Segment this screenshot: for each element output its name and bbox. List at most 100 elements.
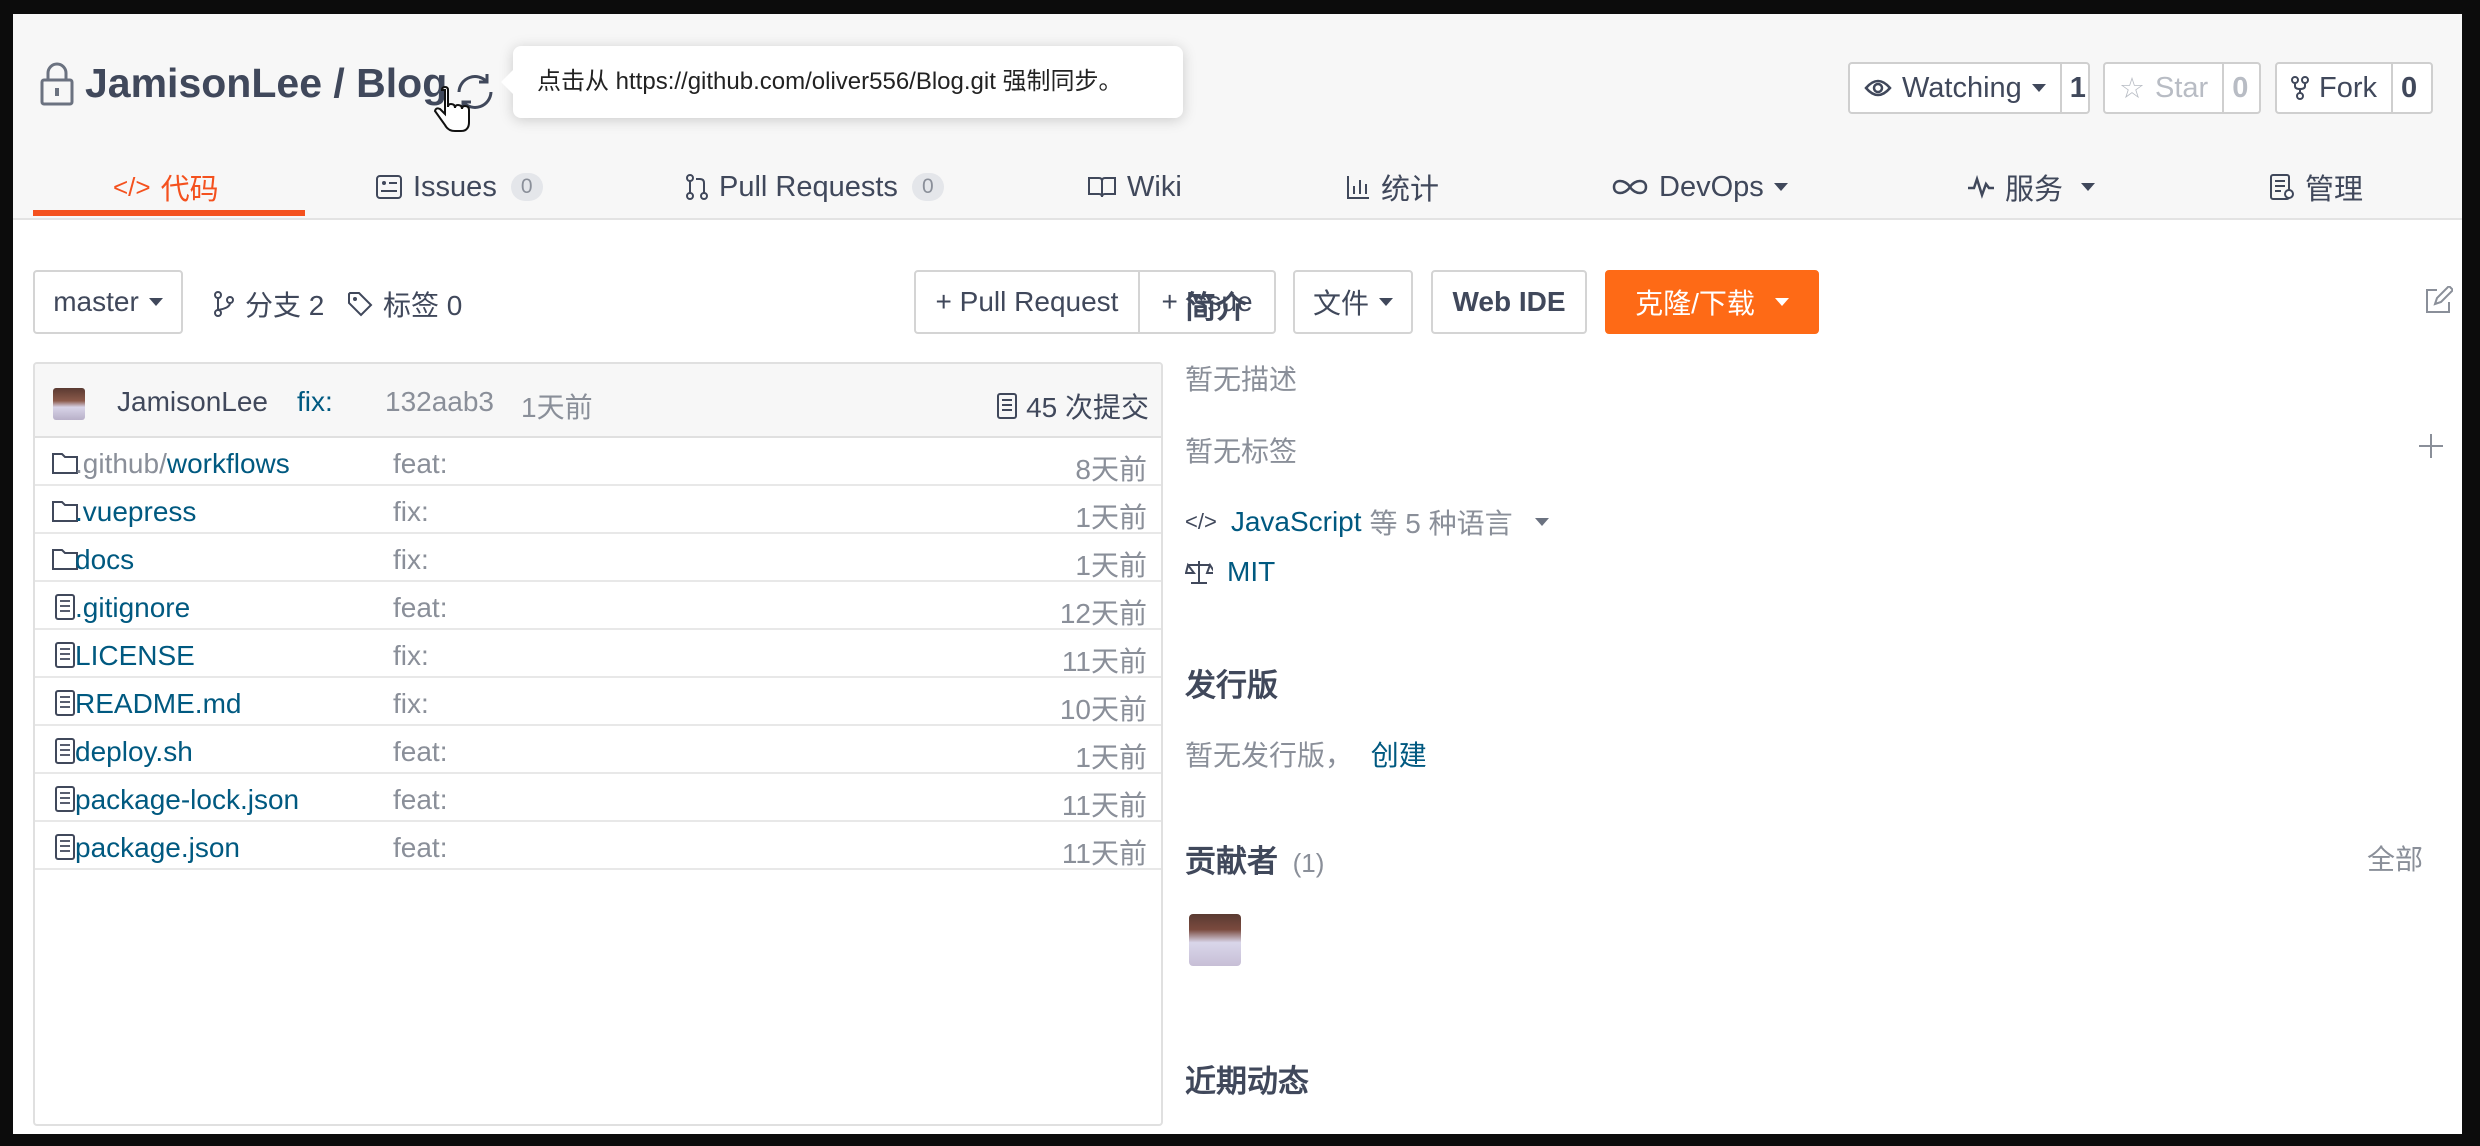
file-commit-time: 1天前 [1075, 502, 1147, 533]
file-commit-time: 11天前 [1061, 790, 1147, 821]
file-name[interactable]: LICENSE [75, 640, 195, 671]
file-row[interactable]: README.md fix: 10天前 [35, 678, 1161, 726]
file-commit-message[interactable]: feat: [393, 736, 447, 768]
bar-chart-icon [1347, 176, 1369, 199]
file-commit-time: 8天前 [1075, 454, 1147, 485]
contributor-avatar[interactable] [1189, 914, 1241, 966]
file-name-link[interactable]: deploy.sh [75, 736, 193, 768]
file-row[interactable]: package-lock.json feat: 11天前 [35, 774, 1161, 822]
file-name-link[interactable]: package-lock.json [75, 784, 299, 816]
fork-button-group[interactable]: Fork 0 [2275, 62, 2433, 114]
file-name[interactable]: .vuepress [75, 496, 196, 527]
caret-down-icon [1379, 298, 1393, 306]
star-button-group[interactable]: ☆ Star 0 [2103, 62, 2261, 114]
tab-issues[interactable]: Issues 0 [375, 154, 543, 220]
tab-pull-requests[interactable]: Pull Requests 0 [685, 154, 944, 220]
file-path-prefix: .github/ [75, 448, 167, 479]
watch-button-group[interactable]: Watching 1 [1848, 62, 2090, 114]
caret-down-icon [1774, 298, 1789, 306]
settings-doc-icon [2270, 174, 2294, 200]
file-name-link[interactable]: package.json [75, 832, 240, 864]
file-row[interactable]: .github/workflows feat: 8天前 [35, 438, 1161, 486]
releases-title: 发行版 [1185, 668, 1278, 703]
file-commit-message[interactable]: fix: [393, 640, 429, 672]
web-ide-button[interactable]: Web IDE [1431, 270, 1587, 334]
branches-link[interactable]: 分支 2 [213, 284, 324, 324]
clone-download-button[interactable]: 克隆/下载 [1605, 270, 1819, 334]
tab-manage[interactable]: 管理 [2269, 154, 2363, 220]
repo-full-name[interactable]: JamisonLee / Blog [85, 60, 447, 106]
file-name[interactable]: package-lock.json [75, 784, 299, 815]
language-info[interactable]: </> JavaScript 等 5 种语言 [1185, 502, 1549, 542]
file-row[interactable]: deploy.sh feat: 1天前 [35, 726, 1161, 774]
hand-cursor-icon [433, 86, 470, 132]
commit-hash[interactable]: 132aab3 [385, 386, 494, 418]
code-icon: </> [1185, 509, 1217, 534]
file-commit-message[interactable]: fix: [393, 496, 429, 528]
file-name-link[interactable]: .gitignore [75, 592, 190, 624]
commits-count-link[interactable]: 45 次提交 [996, 386, 1149, 426]
file-name[interactable]: .gitignore [75, 592, 190, 623]
fork-button[interactable]: Fork [2277, 64, 2393, 112]
watch-count[interactable]: 1 [2062, 64, 2094, 112]
commit-time: 1天前 [521, 392, 593, 423]
all-contributors-link[interactable]: 全部 [2367, 838, 2423, 878]
tags-link[interactable]: 标签 0 [347, 284, 462, 324]
file-row[interactable]: LICENSE fix: 11天前 [35, 630, 1161, 678]
repo-page: JamisonLee / Blog 点击从 https://github.com… [13, 14, 2462, 1134]
file-name-link[interactable]: .vuepress [75, 496, 196, 528]
pull-request-icon [686, 174, 708, 200]
file-name[interactable]: deploy.sh [75, 736, 193, 767]
star-count[interactable]: 0 [2224, 64, 2256, 112]
file-name-link[interactable]: docs [75, 544, 134, 576]
lock-icon [40, 62, 74, 106]
file-commit-message[interactable]: feat: [393, 784, 447, 816]
file-row[interactable]: .vuepress fix: 1天前 [35, 486, 1161, 534]
license-info[interactable]: MIT [1185, 556, 1275, 588]
star-button[interactable]: ☆ Star [2105, 64, 2225, 112]
fork-count[interactable]: 0 [2393, 64, 2425, 112]
watch-button[interactable]: Watching [1850, 64, 2062, 112]
file-name-link[interactable]: .github/workflows [75, 448, 290, 480]
code-icon: </> [113, 171, 151, 202]
issues-icon [376, 175, 402, 199]
no-tags-text: 暂无标签 [1185, 436, 1298, 467]
tab-services[interactable]: 服务 [1967, 154, 2096, 220]
plus-icon[interactable] [2417, 432, 2445, 460]
file-commit-message[interactable]: feat: [393, 448, 447, 480]
file-name[interactable]: docs [75, 544, 134, 575]
file-name[interactable]: workflows [167, 448, 290, 479]
file-name[interactable]: package.json [75, 832, 240, 863]
file-commit-message[interactable]: feat: [393, 832, 447, 864]
file-row[interactable]: docs fix: 1天前 [35, 534, 1161, 582]
file-name-link[interactable]: README.md [75, 688, 241, 720]
files-dropdown-button[interactable]: 文件 [1293, 270, 1413, 334]
no-description-text: 暂无描述 [1185, 364, 1298, 395]
file-commit-message[interactable]: fix: [393, 688, 429, 720]
file-name[interactable]: README.md [75, 688, 241, 719]
create-release-link[interactable]: 创建 [1371, 740, 1427, 771]
edit-icon[interactable] [2423, 286, 2453, 316]
file-commit-message[interactable]: fix: [393, 544, 429, 576]
commit-author[interactable]: JamisonLee [117, 386, 268, 418]
repo-title[interactable]: JamisonLee / Blog [85, 60, 447, 107]
infinity-icon [1612, 179, 1648, 195]
tab-wiki[interactable]: Wiki [1087, 154, 1182, 220]
tag-icon [348, 292, 373, 317]
new-pull-request-button[interactable]: + Pull Request [914, 270, 1140, 334]
caret-down-icon [148, 298, 163, 306]
star-icon: ☆ [2119, 72, 2145, 105]
tab-stats[interactable]: 统计 [1345, 154, 1439, 220]
file-commit-message[interactable]: feat: [393, 592, 447, 624]
branch-select[interactable]: master [33, 270, 183, 334]
caret-down-icon[interactable] [1534, 518, 1549, 526]
avatar[interactable] [53, 388, 85, 420]
file-commit-time: 11天前 [1061, 646, 1147, 677]
contributors-count: (1) [1292, 848, 1325, 878]
commit-message[interactable]: fix: [297, 386, 333, 418]
file-name-link[interactable]: LICENSE [75, 640, 195, 672]
file-row[interactable]: package.json feat: 11天前 [35, 822, 1161, 870]
file-row[interactable]: .gitignore feat: 12天前 [35, 582, 1161, 630]
file-commit-time: 1天前 [1075, 742, 1147, 773]
tab-devops[interactable]: DevOps [1611, 154, 1788, 220]
